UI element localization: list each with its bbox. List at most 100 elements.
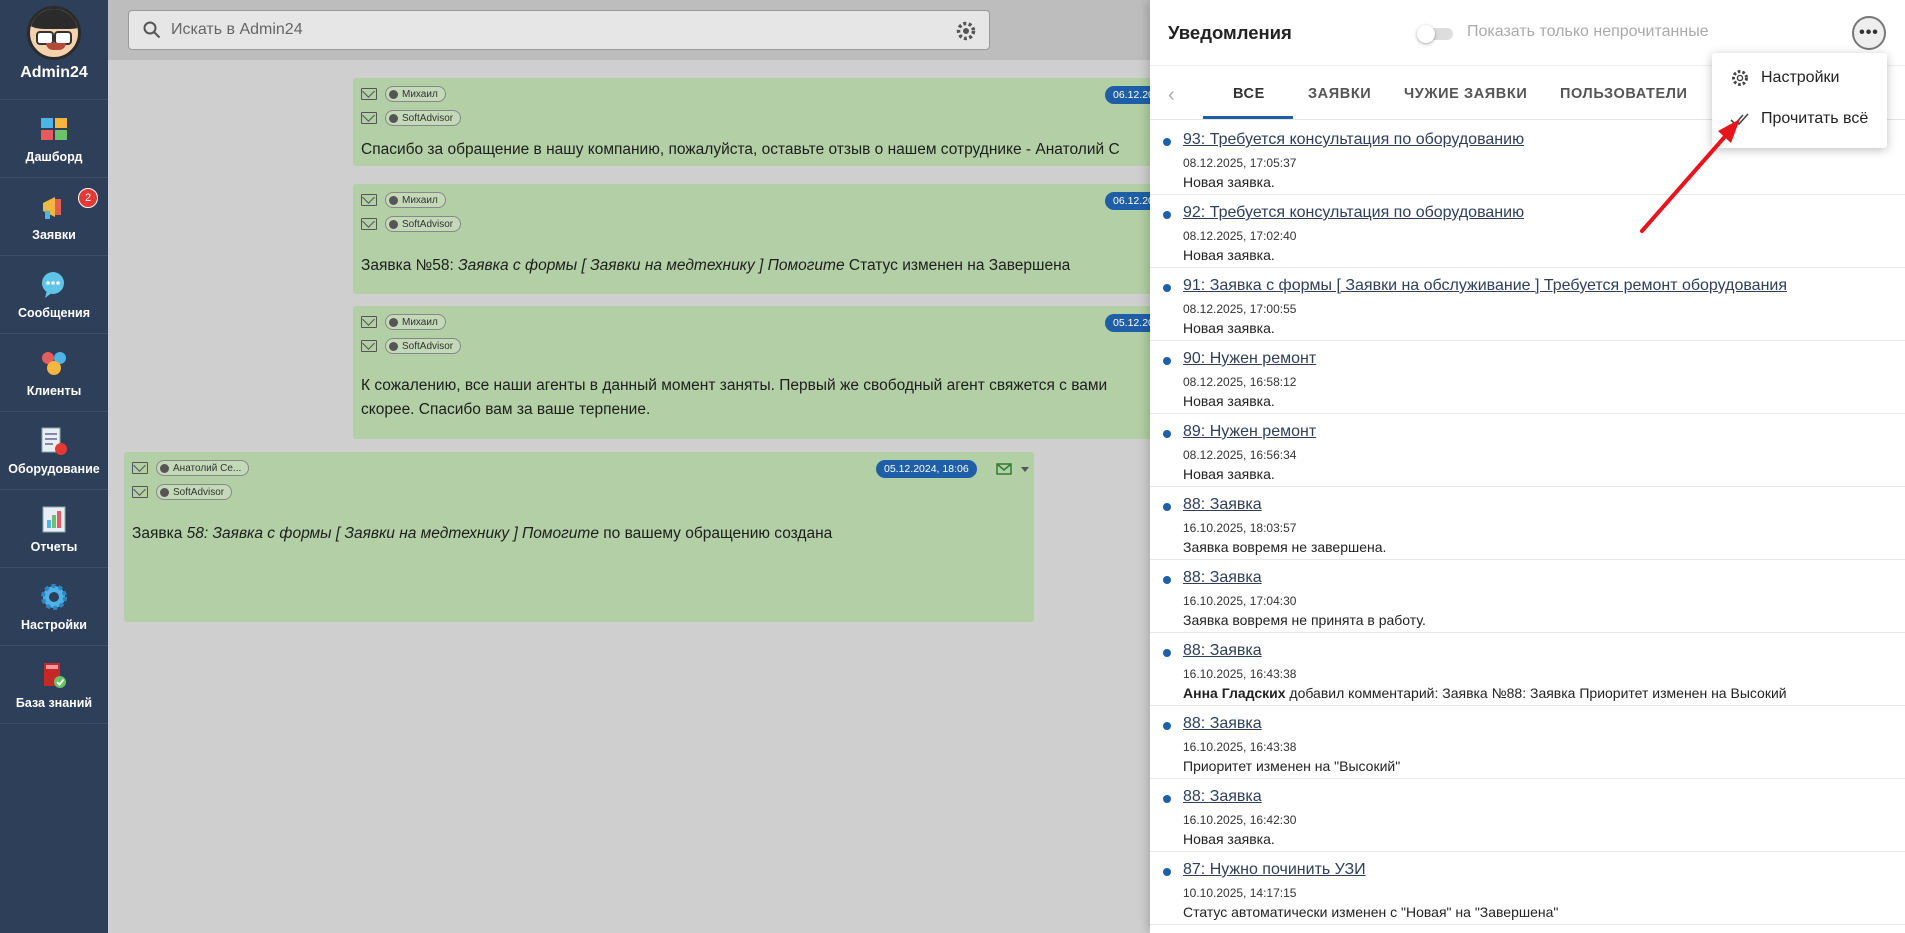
mail-status-icon bbox=[996, 463, 1012, 475]
top-bar: Искать в Admin24 bbox=[108, 0, 1158, 60]
sidebar-item-equipment[interactable]: Оборудование bbox=[0, 412, 108, 490]
notification-item[interactable]: 88: Заявка 16.10.2025, 16:43:38 Анна Гладс… bbox=[1150, 633, 1905, 706]
notification-desc: Новая заявка. bbox=[1183, 393, 1275, 409]
message-bubble[interactable]: Михаил SoftAdvisor 05.12.20 К сожалению,… bbox=[353, 306, 1173, 439]
recipient-chip: SoftAdvisor bbox=[156, 484, 233, 500]
notification-item[interactable]: 89: Нужен ремонт 08.12.2025, 16:56:34 Нова… bbox=[1150, 414, 1905, 487]
notification-desc: Новая заявка. bbox=[1183, 466, 1275, 482]
notification-link[interactable]: 93: Требуется консультация по оборудован… bbox=[1183, 131, 1524, 149]
double-check-icon bbox=[1730, 113, 1749, 126]
message-bubble[interactable]: Михаил SoftAdvisor 06.12.20 Заявка №58: … bbox=[353, 184, 1173, 294]
sidebar-item-knowledge-base[interactable]: База знаний bbox=[0, 646, 108, 724]
message-bubble[interactable]: Михаил SoftAdvisor 06.12.20 Спасибо за о… bbox=[353, 78, 1173, 166]
notification-link[interactable]: 92: Требуется консультация по оборудован… bbox=[1183, 204, 1524, 222]
unread-dot bbox=[1163, 284, 1171, 292]
unread-dot bbox=[1163, 722, 1171, 730]
knowledge-base-icon bbox=[39, 660, 69, 690]
notification-time: 08.12.2025, 17:00:55 bbox=[1183, 302, 1297, 316]
tab-others-requests[interactable]: ЧУЖИЕ ЗАЯВКИ bbox=[1404, 86, 1527, 102]
sidebar-item-label: Клиенты bbox=[26, 383, 82, 398]
notification-desc: Анна Гладских добавил комментарий: Заявк… bbox=[1183, 685, 1787, 701]
notification-item[interactable]: 88: Заявка 16.10.2025, 16:43:38 Приоритет … bbox=[1150, 706, 1905, 779]
sidebar-item-reports[interactable]: Отчеты bbox=[0, 490, 108, 568]
unread-only-toggle[interactable] bbox=[1417, 25, 1455, 43]
clients-icon bbox=[39, 348, 69, 378]
unread-dot bbox=[1163, 357, 1171, 365]
notification-item[interactable]: 88: Заявка 16.10.2025, 16:42:30 Новая заяв… bbox=[1150, 779, 1905, 852]
tab-all[interactable]: ВСЕ bbox=[1233, 86, 1265, 102]
sender-chip: Анатолий Се... bbox=[156, 460, 250, 476]
notification-item[interactable]: 91: Заявка с формы [ Заявки на обслужива… bbox=[1150, 268, 1905, 341]
notifications-title: Уведомления bbox=[1168, 22, 1292, 43]
more-options-button[interactable]: ••• bbox=[1852, 16, 1886, 50]
tab-requests[interactable]: ЗАЯВКИ bbox=[1308, 86, 1371, 102]
gear-icon bbox=[39, 582, 69, 612]
active-tab-indicator bbox=[1203, 116, 1293, 119]
chevron-left-icon[interactable]: ‹ bbox=[1168, 84, 1175, 107]
sidebar-item-messages[interactable]: Сообщения bbox=[0, 256, 108, 334]
notification-link[interactable]: 88: Заявка bbox=[1183, 788, 1262, 806]
megaphone-icon bbox=[39, 192, 69, 222]
notification-link[interactable]: 90: Нужен ремонт bbox=[1183, 350, 1316, 368]
notification-item[interactable]: 87: Нужно починить УЗИ 10.10.2025, 14:17:… bbox=[1150, 852, 1905, 925]
notification-desc: Новая заявка. bbox=[1183, 320, 1275, 336]
chevron-down-icon[interactable] bbox=[1020, 465, 1030, 473]
mail-icon bbox=[361, 88, 377, 100]
mail-reply-icon bbox=[132, 486, 148, 498]
notification-item[interactable]: 88: Заявка 16.10.2025, 18:03:57 Заявка вов… bbox=[1150, 487, 1905, 560]
notification-item[interactable]: 90: Нужен ремонт 08.12.2025, 16:58:12 Нова… bbox=[1150, 341, 1905, 414]
user-icon bbox=[389, 219, 398, 229]
user-icon bbox=[160, 487, 169, 497]
user-icon bbox=[389, 341, 398, 351]
user-icon bbox=[389, 195, 398, 205]
sidebar-item-label: Оборудование bbox=[8, 461, 100, 476]
tab-users[interactable]: ПОЛЬЗОВАТЕЛИ bbox=[1560, 86, 1688, 102]
sender-chip: Михаил bbox=[385, 192, 446, 208]
sidebar-item-dashboard[interactable]: Дашборд bbox=[0, 100, 108, 178]
sidebar-item-requests[interactable]: 2 Заявки bbox=[0, 178, 108, 256]
menu-item-label: Настройки bbox=[1761, 69, 1840, 86]
notification-time: 16.10.2025, 16:42:30 bbox=[1183, 813, 1297, 827]
notification-link[interactable]: 88: Заявка bbox=[1183, 496, 1262, 514]
notification-link[interactable]: 89: Нужен ремонт bbox=[1183, 423, 1316, 441]
notification-desc: Статус автоматически изменен с "Новая" н… bbox=[1183, 904, 1559, 920]
notification-link[interactable]: 87: Нужно починить УЗИ bbox=[1183, 861, 1366, 879]
notification-desc: Заявка вовремя не принята в работу. bbox=[1183, 612, 1426, 628]
notification-desc: Новая заявка. bbox=[1183, 247, 1275, 263]
notification-item[interactable]: 92: Требуется консультация по оборудован… bbox=[1150, 195, 1905, 268]
search-box[interactable]: Искать в Admin24 bbox=[128, 10, 990, 50]
menu-item-read-all[interactable]: Прочитать всё bbox=[1712, 99, 1887, 139]
app-logo[interactable]: Admin24 bbox=[0, 0, 108, 100]
notification-link[interactable]: 88: Заявка bbox=[1183, 642, 1262, 660]
mail-reply-icon bbox=[361, 340, 377, 352]
sidebar-item-settings[interactable]: Настройки bbox=[0, 568, 108, 646]
notification-time: 16.10.2025, 16:43:38 bbox=[1183, 667, 1297, 681]
user-icon bbox=[389, 113, 398, 123]
sidebar-item-clients[interactable]: Клиенты bbox=[0, 334, 108, 412]
notification-time: 16.10.2025, 18:03:57 bbox=[1183, 521, 1297, 535]
chat-bubble-icon bbox=[39, 270, 69, 300]
notification-time: 08.12.2025, 17:05:37 bbox=[1183, 156, 1297, 170]
notification-list: 93: Требуется консультация по оборудован… bbox=[1150, 122, 1905, 925]
unread-only-label[interactable]: Показать только непрочитанные bbox=[1467, 23, 1709, 41]
menu-item-label: Прочитать всё bbox=[1761, 110, 1869, 127]
message-text: Заявка №58: Заявка с формы [ Заявки на м… bbox=[361, 257, 1071, 274]
gear-icon[interactable] bbox=[955, 20, 977, 42]
avatar-icon bbox=[27, 6, 81, 60]
search-input[interactable]: Искать в Admin24 bbox=[171, 21, 303, 39]
notification-time: 08.12.2025, 16:56:34 bbox=[1183, 448, 1297, 462]
equipment-icon bbox=[39, 426, 69, 456]
recipient-chip: SoftAdvisor bbox=[385, 110, 462, 126]
unread-dot bbox=[1163, 430, 1171, 438]
notification-item[interactable]: 88: Заявка 16.10.2025, 17:04:30 Заявка вов… bbox=[1150, 560, 1905, 633]
user-icon bbox=[389, 317, 398, 327]
sidebar-item-label: Дашборд bbox=[25, 149, 83, 164]
notification-desc: Новая заявка. bbox=[1183, 174, 1275, 190]
notification-link[interactable]: 88: Заявка bbox=[1183, 715, 1262, 733]
menu-item-settings[interactable]: Настройки bbox=[1712, 58, 1887, 98]
unread-dot bbox=[1163, 795, 1171, 803]
message-bubble[interactable]: Анатолий Се... SoftAdvisor 05.12.2024, 1… bbox=[124, 452, 1034, 622]
notification-link[interactable]: 91: Заявка с формы [ Заявки на обслужива… bbox=[1183, 277, 1787, 295]
notification-link[interactable]: 88: Заявка bbox=[1183, 569, 1262, 587]
requests-count-badge: 2 bbox=[78, 188, 98, 208]
